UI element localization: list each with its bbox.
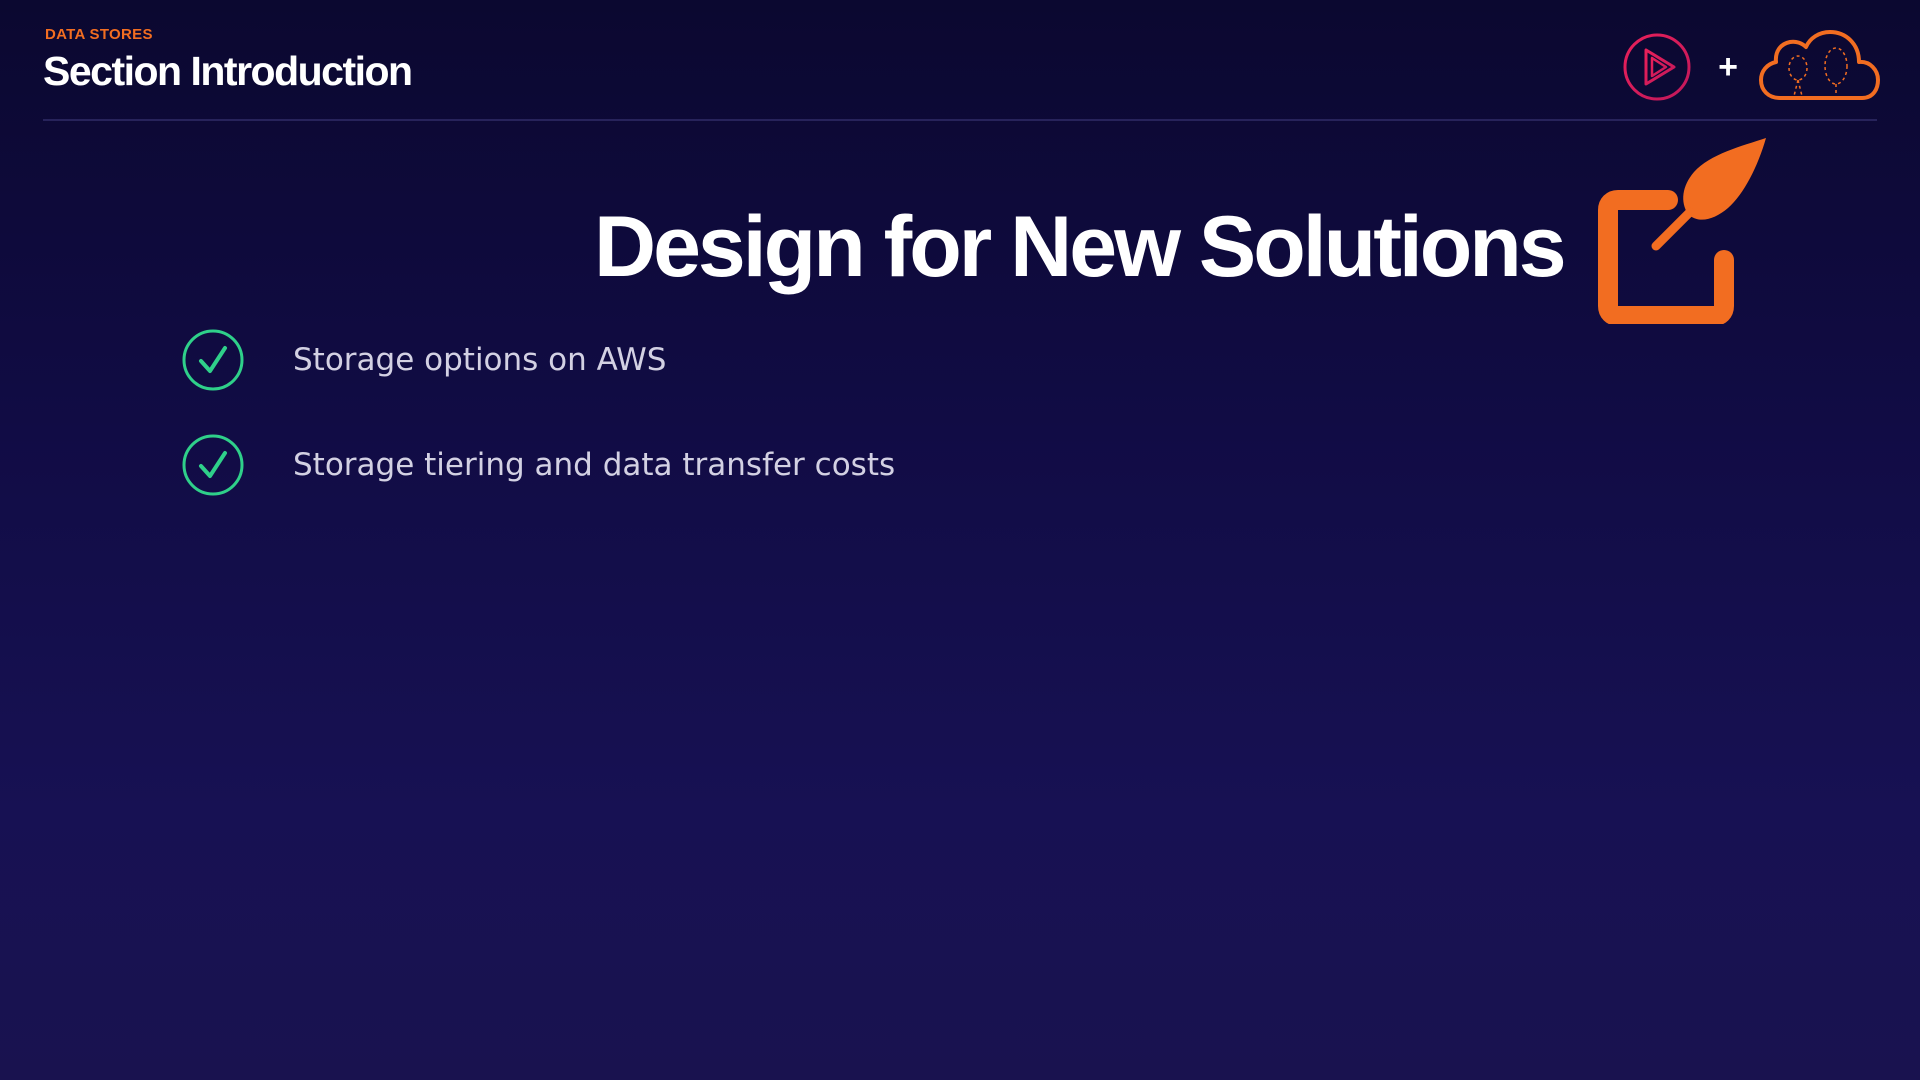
section-title: Section Introduction (43, 48, 413, 94)
checkmark-circle-icon (182, 434, 244, 496)
slide-title: Design for New Solutions (594, 199, 1567, 295)
list-item: Storage tiering and data transfer costs (181, 433, 895, 497)
section-eyebrow: DATA STORES (45, 26, 153, 43)
cloud-icon (1759, 30, 1880, 100)
bullet-text: Storage tiering and data transfer costs (293, 447, 896, 483)
bullet-text: Storage options on AWS (293, 342, 667, 378)
header-divider (43, 119, 1877, 121)
checkmark-circle-icon (182, 329, 244, 391)
play-circle-icon (1623, 33, 1691, 101)
bullet-list: Storage options on AWS Storage tiering a… (181, 328, 895, 538)
pencil-edit-icon (1598, 138, 1766, 324)
logo-separator: + (1718, 48, 1738, 86)
list-item: Storage options on AWS (181, 328, 895, 392)
